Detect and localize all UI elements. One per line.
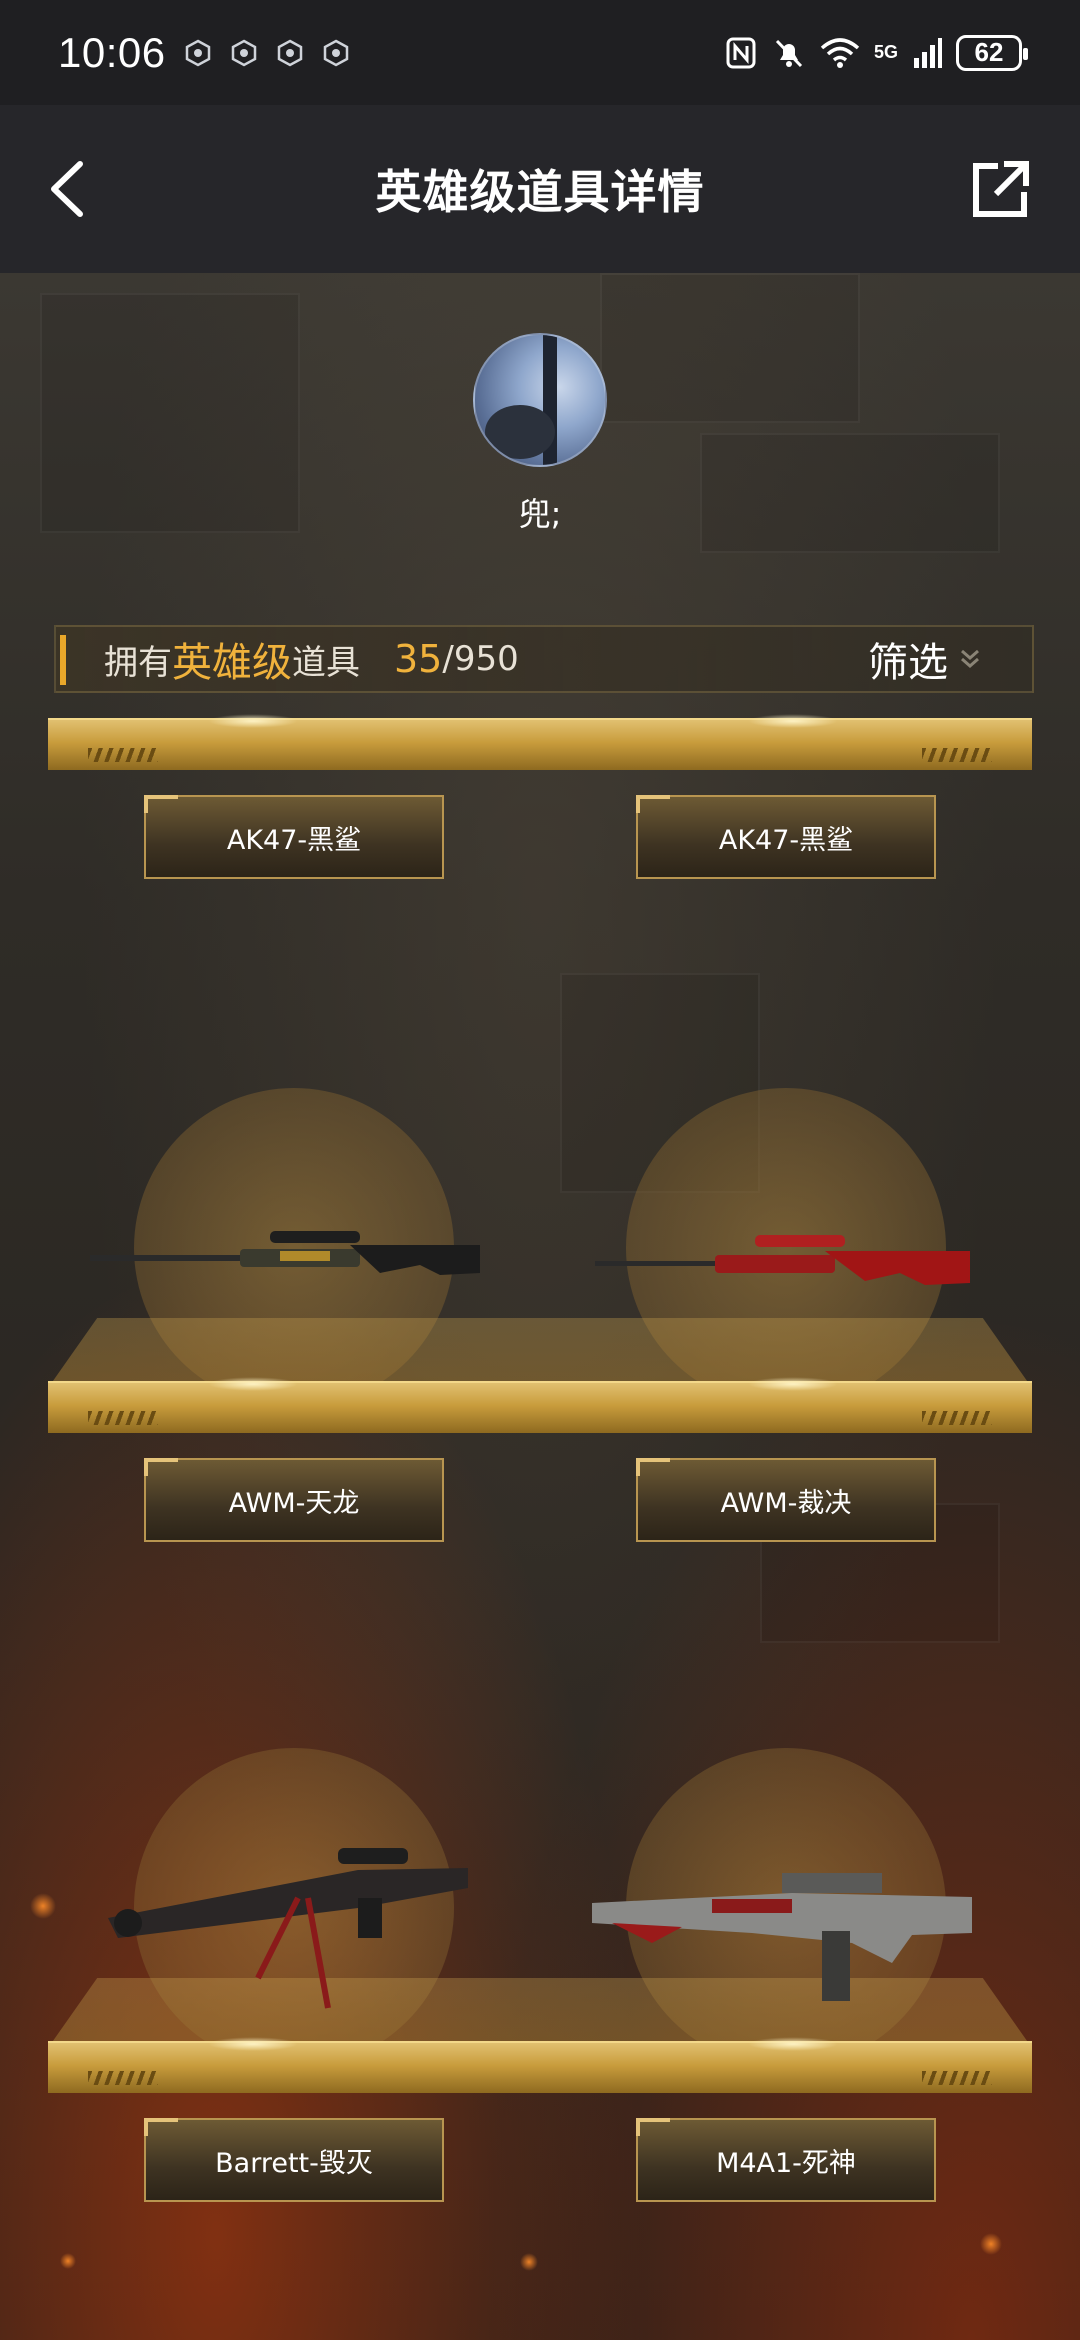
chevron-left-icon[interactable] (40, 154, 100, 224)
shelf-decoration (208, 714, 298, 728)
m4a1-rifle-image[interactable] (592, 1863, 972, 2003)
item-shelf (48, 1377, 1032, 1433)
item-card[interactable]: AWM-天龙 (144, 1458, 444, 1542)
awm-sniper-rifle-image[interactable] (90, 1213, 490, 1293)
item-name: Barrett-毁灭 (215, 2147, 373, 2179)
shelf-decoration (922, 2071, 992, 2085)
battery-level: 62 (974, 37, 1004, 67)
app-notification-icon (185, 39, 210, 66)
ember-decoration (520, 2253, 538, 2271)
item-card[interactable]: AWM-裁决 (636, 1458, 936, 1542)
ember-decoration (30, 1893, 56, 1919)
owned-suffix: 道具 (292, 642, 360, 683)
awm-sniper-rifle-image[interactable] (595, 1221, 975, 1301)
item-card[interactable]: Barrett-毁灭 (144, 2118, 444, 2202)
shelf-decoration (88, 2071, 158, 2085)
signal-icon (914, 37, 942, 68)
shelf-decoration (748, 1377, 838, 1391)
avatar[interactable] (473, 333, 607, 467)
item-shelf (48, 714, 1032, 770)
filter-label: 筛选 (868, 640, 948, 686)
status-indicators: 5G 62 (724, 34, 1028, 71)
item-card[interactable]: AK47-黑鲨 (636, 795, 936, 879)
shelf-decoration (208, 1377, 298, 1391)
owned-prefix: 拥有 (104, 642, 172, 683)
shelf-decoration (88, 748, 158, 762)
item-name: M4A1-死神 (716, 2147, 856, 2179)
battery-indicator: 62 (956, 34, 1028, 71)
shelf-decoration (922, 1411, 992, 1425)
item-shelf (48, 2037, 1032, 2093)
owned-items-bar: 拥有 英雄级 道具 35 /950 筛选 (54, 625, 1034, 693)
barrett-sniper-rifle-image[interactable] (108, 1848, 478, 2018)
shelf-decoration (748, 2037, 838, 2051)
owned-count: 35 (394, 637, 443, 681)
item-name: AK47-黑鲨 (226, 824, 362, 856)
wifi-icon (820, 37, 860, 68)
item-card[interactable]: M4A1-死神 (636, 2118, 936, 2202)
shelf-decoration (88, 1411, 158, 1425)
user-profile: 兜; (0, 333, 1080, 535)
double-chevron-down-icon (961, 649, 979, 668)
item-name: AWM-裁决 (720, 1487, 852, 1519)
shelf-surface (48, 1318, 1032, 1388)
shelf-decoration (748, 714, 838, 728)
share-external-icon[interactable] (970, 158, 1032, 220)
username: 兜; (518, 495, 562, 533)
network-type-label: 5G (873, 42, 898, 62)
owned-highlight: 英雄级 (172, 640, 292, 686)
app-notification-icon (231, 39, 256, 66)
ember-decoration (60, 2253, 76, 2269)
shelf-decoration (208, 2037, 298, 2051)
item-name: AK47-黑鲨 (718, 824, 854, 856)
filter-button[interactable]: 筛选 (868, 630, 982, 688)
page-title: 英雄级道具详情 (375, 165, 705, 219)
shelf-decoration (922, 748, 992, 762)
notification-icons (184, 39, 350, 67)
owned-total: /950 (442, 639, 519, 679)
status-bar: 10:06 5G 62 (0, 0, 1080, 105)
mute-bell-icon (775, 39, 803, 67)
ember-decoration (980, 2233, 1002, 2255)
app-header: 英雄级道具详情 (0, 105, 1080, 273)
nfc-icon (726, 37, 756, 68)
hero-items-panel: 兜; 拥有 英雄级 道具 35 /950 筛选 AK47-黑鲨 AK47-黑鲨 (0, 273, 1080, 2340)
avatar-image-detail (485, 405, 555, 459)
item-card[interactable]: AK47-黑鲨 (144, 795, 444, 879)
app-notification-icon (277, 39, 302, 66)
status-time: 10:06 (58, 28, 166, 76)
app-notification-icon (323, 39, 348, 66)
item-name: AWM-天龙 (228, 1487, 360, 1519)
